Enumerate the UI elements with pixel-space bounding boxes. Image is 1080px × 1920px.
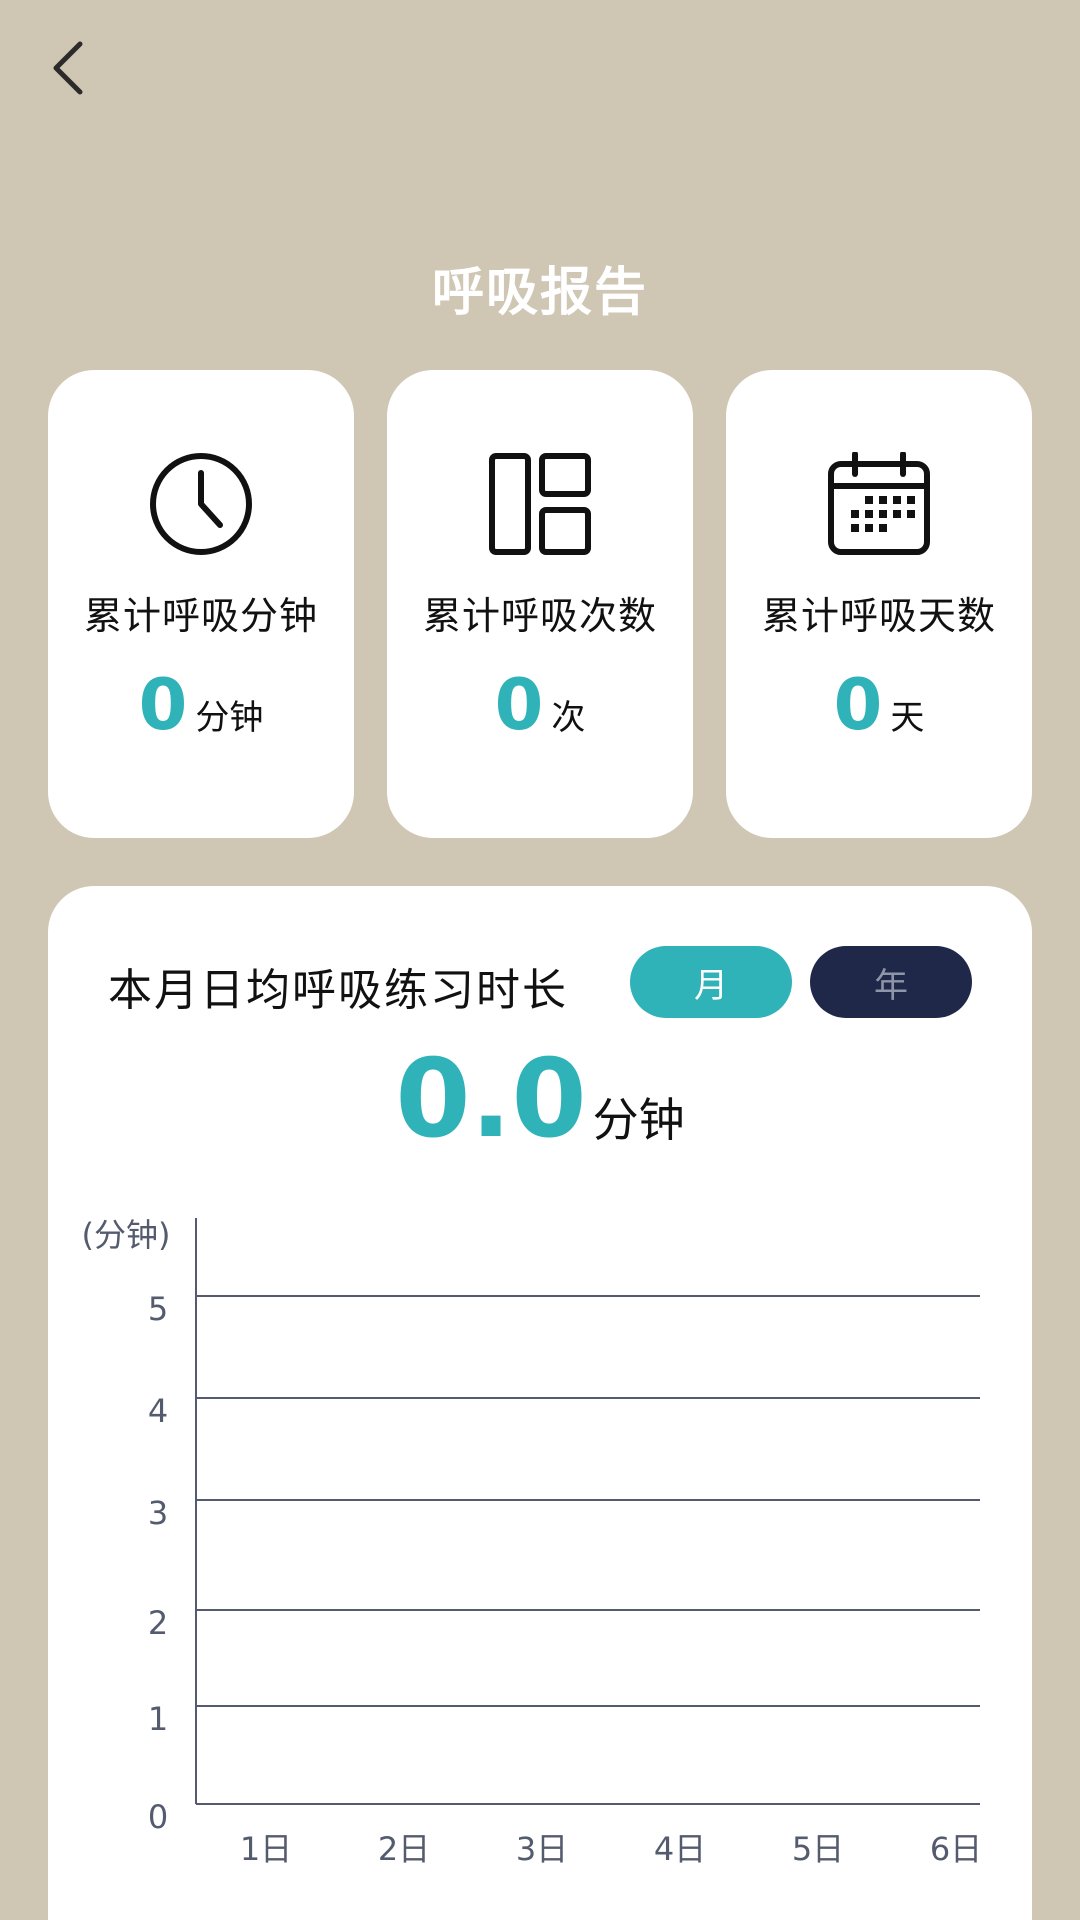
stat-unit: 次 bbox=[551, 698, 586, 738]
stat-card-count: 累计呼吸次数 0 次 bbox=[387, 370, 693, 838]
page-title: 呼吸报告 bbox=[431, 263, 648, 323]
stat-number: 0 bbox=[833, 664, 883, 746]
stat-value-row: 0 天 bbox=[726, 670, 1032, 740]
daily-duration-chart: 0 1 2 3 4 5 (分钟) 1日 2日 3日 4日 5日 6日 bbox=[82, 1216, 983, 1868]
stat-label: 累计呼吸次数 bbox=[422, 594, 657, 638]
breathing-report-screen: 呼吸报告 累计呼吸分钟 0 分钟 累计呼吸次数 0 次 累计呼吸天数 0 天 本… bbox=[0, 0, 1080, 1920]
x-tick-label: 3日 bbox=[516, 1830, 568, 1868]
x-tick-label: 1日 bbox=[240, 1830, 292, 1868]
stat-card-minutes: 累计呼吸分钟 0 分钟 bbox=[48, 370, 354, 838]
stat-label: 累计呼吸分钟 bbox=[83, 594, 318, 638]
stat-unit: 天 bbox=[890, 698, 925, 738]
chevron-left-icon bbox=[53, 41, 83, 95]
stat-value-row: 0 次 bbox=[387, 670, 693, 740]
stat-value-row: 0 分钟 bbox=[48, 670, 354, 740]
y-tick-label: 1 bbox=[148, 1700, 168, 1738]
x-tick-label: 5日 bbox=[792, 1830, 844, 1868]
stat-unit: 分钟 bbox=[195, 698, 264, 738]
y-axis-label: (分钟) bbox=[82, 1216, 171, 1254]
clock-icon bbox=[48, 448, 354, 560]
x-tick-label: 4日 bbox=[654, 1830, 706, 1868]
x-tick-label: 6日 bbox=[930, 1830, 982, 1868]
x-tick-label: 2日 bbox=[378, 1830, 430, 1868]
stat-card-days: 累计呼吸天数 0 天 bbox=[726, 370, 1032, 838]
stat-label: 累计呼吸天数 bbox=[761, 594, 996, 638]
stat-number: 0 bbox=[138, 664, 188, 746]
layout-grid-icon bbox=[387, 448, 693, 560]
y-tick-label: 2 bbox=[148, 1604, 168, 1642]
back-button[interactable] bbox=[40, 30, 96, 106]
y-tick-label: 4 bbox=[148, 1392, 168, 1430]
y-tick-label: 5 bbox=[148, 1290, 168, 1328]
y-tick-label: 0 bbox=[148, 1798, 168, 1836]
stat-number: 0 bbox=[494, 664, 544, 746]
chart-card: 本月日均呼吸练习时长 月 年 0.0 分钟 0 1 2 3 4 5 (分钟) 1日 2日 3日 4日… bbox=[48, 886, 1032, 1920]
calendar-icon bbox=[726, 448, 1032, 560]
y-tick-label: 3 bbox=[148, 1494, 168, 1532]
